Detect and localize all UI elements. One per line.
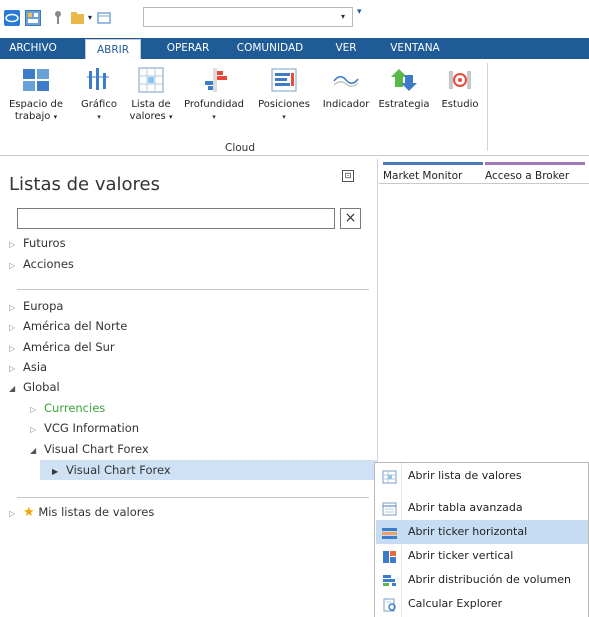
indicator-label: Indicador (322, 99, 370, 110)
menu-item-abrir-ticker-horizontal[interactable]: Abrir ticker horizontal (376, 520, 588, 544)
tree-item-america-del-sur[interactable]: ▷ América del Sur (9, 337, 115, 357)
indicator-button[interactable]: Indicador (318, 65, 374, 111)
context-menu: Abrir lista de valores Abrir tabla avanz… (374, 462, 589, 617)
tree-item-asia[interactable]: ▷ Asia (9, 357, 47, 377)
tab-ventana[interactable]: VENTANA (384, 38, 446, 59)
expand-icon[interactable]: ▷ (30, 400, 44, 420)
tab-market-monitor-label: Market Monitor (383, 170, 463, 182)
tab-market-monitor[interactable]: Market Monitor (383, 162, 483, 183)
ribbon: Espacio de trabajo ▾ Gráfico ▾ Lista de … (0, 59, 589, 156)
layout-icon[interactable] (25, 10, 41, 26)
list-icon (136, 65, 166, 95)
depth-button[interactable]: Profundidad ▾ (180, 65, 248, 123)
volume-distribution-icon (382, 573, 397, 587)
menu-item-abrir-distribucion-volumen[interactable]: Abrir distribución de volumen (376, 568, 588, 592)
expand-icon[interactable]: ▷ (9, 235, 23, 255)
customize-toolbar-icon[interactable]: ▾ (357, 7, 362, 17)
tab-acceso-broker[interactable]: Acceso a Broker (485, 162, 585, 183)
tab-archivo[interactable]: ARCHIVO (0, 38, 66, 59)
value-list-label-2: valores (129, 111, 166, 122)
strategy-label: Estrategia (378, 99, 430, 110)
indicator-icon (331, 65, 361, 95)
expand-icon[interactable]: ▷ (30, 420, 44, 440)
ticker-vertical-icon (382, 549, 397, 563)
positions-label: Posiciones (258, 99, 310, 110)
tree-item-futuros[interactable]: ▷ Futuros (9, 233, 66, 253)
menu-item-calcular-explorer[interactable]: Calcular Explorer (376, 592, 588, 616)
ribbon-group-label: Cloud (225, 142, 255, 154)
clear-search-button[interactable]: × (340, 208, 361, 229)
right-panel (379, 183, 589, 463)
chart-label: Gráfico (81, 99, 117, 110)
expand-icon[interactable]: ▷ (9, 256, 23, 276)
tree-item-vcg-information[interactable]: ▷ VCG Information (30, 418, 139, 438)
tree-item-currencies[interactable]: ▷ Currencies (30, 398, 105, 418)
chart-button[interactable]: Gráfico ▾ (78, 65, 120, 123)
workspace-label-2: trabajo (14, 111, 51, 122)
menu-item-abrir-tabla-avanzada[interactable]: Abrir tabla avanzada (376, 496, 588, 520)
expand-icon[interactable]: ▷ (9, 359, 23, 379)
ticker-horizontal-icon (382, 525, 397, 539)
pin-panel-icon[interactable]: ⊡ (342, 170, 354, 182)
study-icon (445, 65, 475, 95)
tree-item-europa[interactable]: ▷ Europa (9, 296, 63, 316)
list-grid-icon (382, 469, 397, 484)
expand-icon[interactable]: ▷ (9, 318, 23, 338)
right-tab-strip: Market Monitor Acceso a Broker (379, 159, 589, 183)
app-logo-icon[interactable] (4, 10, 20, 26)
tab-operar[interactable]: OPERAR (158, 38, 218, 59)
search-input[interactable] (17, 208, 335, 229)
workspace-button[interactable]: Espacio de trabajo ▾ (3, 65, 69, 123)
play-icon: ▶ (52, 467, 59, 476)
strategy-icon (389, 65, 419, 95)
expand-icon[interactable]: ▷ (9, 504, 23, 524)
table-icon (382, 501, 397, 516)
chart-icon (84, 65, 114, 95)
value-list-button[interactable]: Lista de valores ▾ (128, 65, 174, 123)
symbol-combo[interactable]: ▾ (143, 7, 353, 27)
depth-icon (199, 65, 229, 95)
quick-access-toolbar: ▾ ▾ ▾ (0, 0, 589, 38)
workspace-icon (21, 65, 51, 95)
tree-divider (17, 289, 369, 290)
strategy-button[interactable]: Estrategia (375, 65, 433, 111)
study-label: Estudio (441, 99, 479, 110)
tab-comunidad[interactable]: COMUNIDAD (230, 38, 310, 59)
collapse-icon[interactable]: ◢ (9, 379, 23, 399)
tab-acceso-broker-label: Acceso a Broker (485, 170, 570, 182)
star-icon: ★ (23, 505, 35, 520)
tree-divider (17, 497, 369, 498)
tree-item-global[interactable]: ◢ Global (9, 377, 60, 397)
tree-item-mis-listas[interactable]: ▷ ★ Mis listas de valores (9, 502, 154, 522)
tree-item-america-del-norte[interactable]: ▷ América del Norte (9, 316, 127, 336)
tree-item-acciones[interactable]: ▷ Acciones (9, 254, 74, 274)
menu-item-abrir-ticker-vertical[interactable]: Abrir ticker vertical (376, 544, 588, 568)
folder-icon[interactable] (70, 10, 86, 26)
positions-icon (269, 65, 299, 95)
tab-color-bar (485, 162, 585, 165)
value-lists-panel: Listas de valores ⊡ × ▷ Futuros ▷ Acciones… (0, 159, 378, 617)
workspace-label-1: Espacio de (8, 99, 64, 110)
tab-abrir[interactable]: ABRIR (85, 39, 141, 59)
expand-icon[interactable]: ▷ (9, 298, 23, 318)
study-button[interactable]: Estudio (436, 65, 484, 111)
ribbon-tabs: ARCHIVO ABRIR OPERAR COMUNIDAD VER VENTA… (0, 38, 589, 59)
tree-item-visual-chart-forex[interactable]: ◢ Visual Chart Forex (30, 439, 149, 459)
pin-icon[interactable] (50, 10, 66, 26)
positions-button[interactable]: Posiciones ▾ (253, 65, 315, 123)
window-icon[interactable] (96, 10, 112, 26)
menu-item-abrir-lista-valores[interactable]: Abrir lista de valores (376, 464, 588, 488)
value-list-label-1: Lista de (131, 99, 171, 110)
expand-icon[interactable]: ▷ (9, 339, 23, 359)
chevron-down-icon[interactable]: ▾ (334, 8, 352, 26)
page-title: Listas de valores (9, 174, 160, 195)
tree-item-visual-chart-forex-list[interactable]: ▶ Visual Chart Forex (52, 460, 171, 480)
explorer-icon (382, 597, 397, 612)
ribbon-separator (487, 63, 488, 151)
tab-ver[interactable]: VER (328, 38, 364, 59)
tab-color-bar (383, 162, 483, 165)
collapse-icon[interactable]: ◢ (30, 441, 44, 461)
depth-label: Profundidad (183, 99, 244, 110)
